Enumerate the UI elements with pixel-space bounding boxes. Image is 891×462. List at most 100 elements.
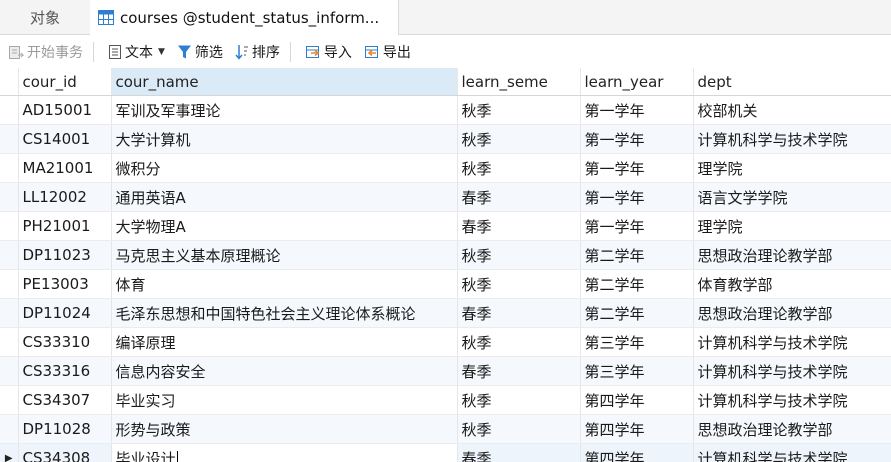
cell-cour-id[interactable]: CS34307: [18, 385, 112, 415]
table-row[interactable]: ▶ CS34308 毕业设计 春季 第四学年 计算机科学与技术学院: [0, 443, 891, 462]
cell-learn-seme[interactable]: 秋季: [457, 385, 581, 415]
cell-learn-seme[interactable]: 秋季: [457, 240, 581, 270]
cell-cour-id[interactable]: CS14001: [18, 124, 112, 154]
column-header-learn-year[interactable]: learn_year: [580, 68, 694, 96]
cell-cour-name[interactable]: 大学计算机: [111, 124, 458, 154]
cell-cour-id[interactable]: DP11024: [18, 298, 112, 328]
data-grid[interactable]: cour_id cour_name learn_seme learn_year …: [0, 68, 891, 462]
cell-learn-seme[interactable]: 秋季: [457, 124, 581, 154]
cell-cour-id[interactable]: LL12002: [18, 182, 112, 212]
cell-learn-year[interactable]: 第四学年: [580, 414, 694, 444]
cell-cour-id[interactable]: CS33310: [18, 327, 112, 357]
cell-learn-year[interactable]: 第三学年: [580, 356, 694, 386]
cell-dept[interactable]: 计算机科学与技术学院: [693, 356, 891, 386]
cell-cour-name[interactable]: 形势与政策: [111, 414, 458, 444]
table-row[interactable]: DP11023 马克思主义基本原理概论 秋季 第二学年 思想政治理论教学部: [0, 240, 891, 270]
cell-cour-id[interactable]: CS33316: [18, 356, 112, 386]
cell-dept[interactable]: 思想政治理论教学部: [693, 240, 891, 270]
table-row[interactable]: PE13003 体育 秋季 第二学年 体育教学部: [0, 269, 891, 299]
table-row[interactable]: CS14001 大学计算机 秋季 第一学年 计算机科学与技术学院: [0, 124, 891, 154]
cell-cour-name[interactable]: 毛泽东思想和中国特色社会主义理论体系概论: [111, 298, 458, 328]
cell-learn-seme[interactable]: 秋季: [457, 327, 581, 357]
table-row[interactable]: PH21001 大学物理A 春季 第一学年 理学院: [0, 211, 891, 241]
cell-learn-year[interactable]: 第一学年: [580, 95, 694, 125]
cell-cour-id[interactable]: PE13003: [18, 269, 112, 299]
cell-dept[interactable]: 理学院: [693, 153, 891, 183]
text-view-button[interactable]: 文本 ▼: [104, 39, 169, 65]
export-button[interactable]: 导出: [360, 39, 415, 65]
column-header-learn-seme[interactable]: learn_seme: [457, 68, 581, 96]
cell-cour-id[interactable]: MA21001: [18, 153, 112, 183]
tab-objects[interactable]: 对象: [0, 0, 91, 34]
cell-dept[interactable]: 思想政治理论教学部: [693, 414, 891, 444]
cell-learn-year[interactable]: 第一学年: [580, 211, 694, 241]
cell-dept[interactable]: 计算机科学与技术学院: [693, 443, 891, 462]
cell-cour-name[interactable]: 军训及军事理论: [111, 95, 458, 125]
row-indicator[interactable]: [0, 240, 19, 270]
cell-learn-year[interactable]: 第三学年: [580, 327, 694, 357]
table-row[interactable]: CS33316 信息内容安全 春季 第三学年 计算机科学与技术学院: [0, 356, 891, 386]
column-header-cour-name[interactable]: cour_name: [111, 68, 458, 96]
row-indicator[interactable]: [0, 124, 19, 154]
cell-learn-year[interactable]: 第四学年: [580, 385, 694, 415]
column-header-dept[interactable]: dept: [693, 68, 891, 96]
cell-dept[interactable]: 体育教学部: [693, 269, 891, 299]
table-row[interactable]: LL12002 通用英语A 春季 第一学年 语言文学学院: [0, 182, 891, 212]
cell-cour-name[interactable]: 大学物理A: [111, 211, 458, 241]
cell-cour-name[interactable]: 体育: [111, 269, 458, 299]
table-row[interactable]: CS34307 毕业实习 秋季 第四学年 计算机科学与技术学院: [0, 385, 891, 415]
cell-learn-seme[interactable]: 春季: [457, 356, 581, 386]
cell-cour-id[interactable]: PH21001: [18, 211, 112, 241]
row-indicator[interactable]: [0, 182, 19, 212]
cell-learn-seme[interactable]: 秋季: [457, 414, 581, 444]
cell-learn-seme[interactable]: 春季: [457, 211, 581, 241]
cell-dept[interactable]: 校部机关: [693, 95, 891, 125]
cell-learn-year[interactable]: 第二学年: [580, 298, 694, 328]
table-row[interactable]: DP11028 形势与政策 秋季 第四学年 思想政治理论教学部: [0, 414, 891, 444]
row-indicator[interactable]: [0, 414, 19, 444]
cell-learn-year[interactable]: 第一学年: [580, 182, 694, 212]
cell-cour-id[interactable]: DP11023: [18, 240, 112, 270]
begin-transaction-button[interactable]: 开始事务: [4, 39, 87, 65]
sort-button[interactable]: 排序: [231, 39, 284, 65]
filter-button[interactable]: 筛选: [173, 39, 227, 65]
cell-dept[interactable]: 计算机科学与技术学院: [693, 124, 891, 154]
cell-dept[interactable]: 计算机科学与技术学院: [693, 385, 891, 415]
cell-cour-name[interactable]: 毕业实习: [111, 385, 458, 415]
cell-cour-name[interactable]: 通用英语A: [111, 182, 458, 212]
cell-cour-name[interactable]: 信息内容安全: [111, 356, 458, 386]
table-row[interactable]: CS33310 编译原理 秋季 第三学年 计算机科学与技术学院: [0, 327, 891, 357]
cell-learn-seme[interactable]: 秋季: [457, 269, 581, 299]
table-row[interactable]: MA21001 微积分 秋季 第一学年 理学院: [0, 153, 891, 183]
cell-dept[interactable]: 理学院: [693, 211, 891, 241]
cell-cour-id[interactable]: AD15001: [18, 95, 112, 125]
cell-learn-year[interactable]: 第一学年: [580, 124, 694, 154]
cell-cour-id[interactable]: CS34308: [18, 443, 112, 462]
cell-dept[interactable]: 语言文学学院: [693, 182, 891, 212]
tab-courses-table[interactable]: courses @student_status_inform...: [90, 0, 399, 35]
column-header-cour-id[interactable]: cour_id: [18, 68, 112, 96]
cell-cour-name[interactable]: 微积分: [111, 153, 458, 183]
row-indicator[interactable]: [0, 298, 19, 328]
cell-cour-name[interactable]: 编译原理: [111, 327, 458, 357]
table-row[interactable]: DP11024 毛泽东思想和中国特色社会主义理论体系概论 春季 第二学年 思想政治理论教…: [0, 298, 891, 328]
cell-learn-seme[interactable]: 春季: [457, 443, 581, 462]
row-indicator[interactable]: [0, 211, 19, 241]
table-row[interactable]: AD15001 军训及军事理论 秋季 第一学年 校部机关: [0, 95, 891, 125]
cell-learn-year[interactable]: 第二学年: [580, 240, 694, 270]
cell-learn-seme[interactable]: 春季: [457, 298, 581, 328]
cell-dept[interactable]: 思想政治理论教学部: [693, 298, 891, 328]
cell-learn-year[interactable]: 第一学年: [580, 153, 694, 183]
cell-cour-name[interactable]: 马克思主义基本原理概论: [111, 240, 458, 270]
cell-learn-seme[interactable]: 春季: [457, 182, 581, 212]
cell-cour-id[interactable]: DP11028: [18, 414, 112, 444]
cell-learn-seme[interactable]: 秋季: [457, 95, 581, 125]
row-indicator[interactable]: [0, 269, 19, 299]
cell-cour-name[interactable]: 毕业设计: [111, 443, 458, 462]
row-indicator[interactable]: [0, 153, 19, 183]
row-indicator[interactable]: [0, 385, 19, 415]
cell-learn-year[interactable]: 第四学年: [580, 443, 694, 462]
row-indicator[interactable]: ▶: [0, 443, 19, 462]
row-indicator[interactable]: [0, 95, 19, 125]
row-indicator[interactable]: [0, 327, 19, 357]
